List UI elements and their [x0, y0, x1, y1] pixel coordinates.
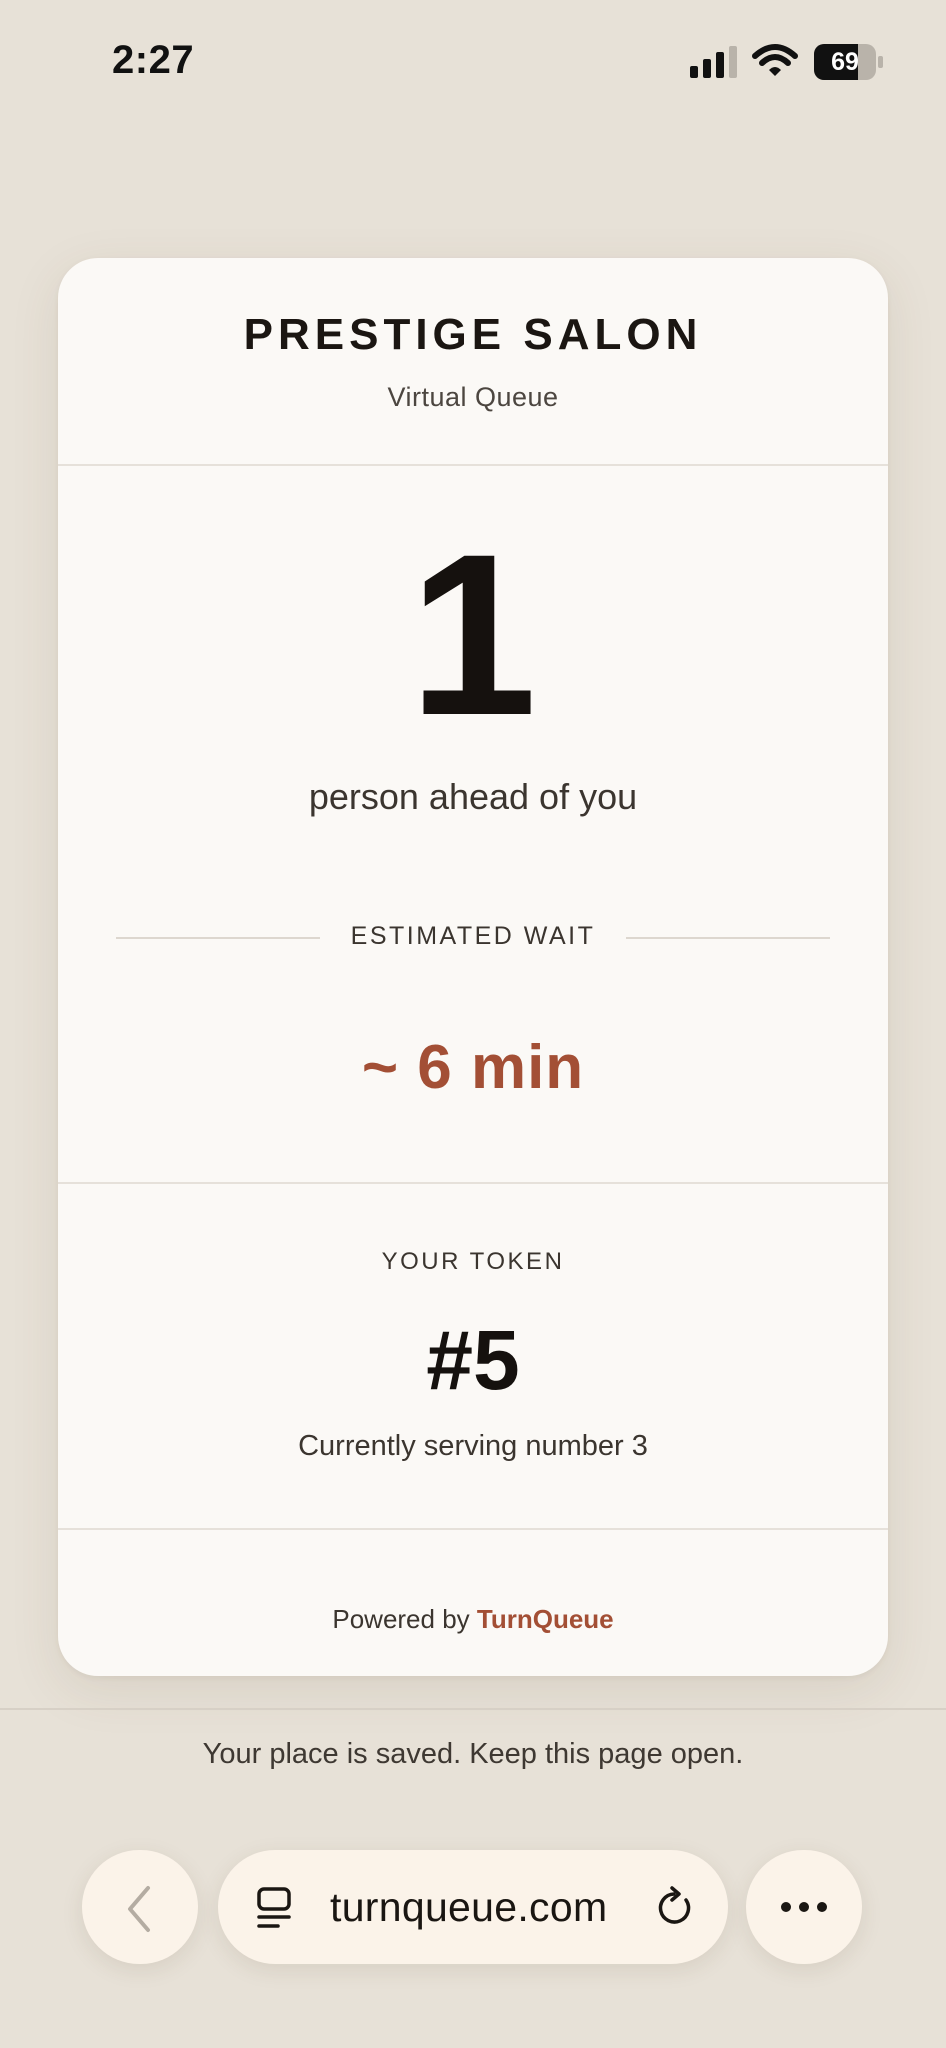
token-number: #5: [426, 1313, 520, 1407]
status-bar: 2:27 69: [0, 0, 946, 120]
currently-serving-text: Currently serving number 3: [298, 1430, 648, 1462]
wait-divider-right: [626, 937, 830, 939]
address-bar[interactable]: turnqueue.com: [218, 1850, 728, 1964]
salon-name: PRESTIGE SALON: [243, 310, 703, 359]
status-time: 2:27: [112, 38, 195, 82]
page-subtitle: Virtual Queue: [387, 382, 559, 412]
divider: [58, 1182, 888, 1184]
people-ahead-count: 1: [409, 506, 537, 763]
cellular-signal-icon: [690, 46, 737, 78]
more-dots-icon: [781, 1902, 827, 1912]
back-button[interactable]: [82, 1850, 198, 1964]
powered-by-brand: TurnQueue: [476, 1604, 614, 1634]
chevron-left-icon: [128, 1886, 150, 1932]
browser-toolbar: turnqueue.com: [0, 1840, 946, 1970]
saved-note: Your place is saved. Keep this page open…: [202, 1738, 744, 1770]
powered-by-prefix: Powered by: [332, 1604, 477, 1634]
page-divider: [0, 1708, 946, 1710]
wifi-icon: [752, 44, 798, 76]
tabs-icon[interactable]: [256, 1886, 296, 1930]
divider: [58, 1528, 888, 1530]
powered-by: Powered by TurnQueue: [58, 1604, 888, 1635]
battery-level: 69: [831, 48, 859, 76]
more-options-button[interactable]: [746, 1850, 862, 1964]
divider: [58, 464, 888, 466]
reload-icon[interactable]: [652, 1886, 696, 1930]
estimated-wait-value: ~ 6 min: [361, 1033, 585, 1102]
people-ahead-caption: person ahead of you: [308, 776, 638, 817]
url-text[interactable]: turnqueue.com: [330, 1880, 607, 1934]
queue-card: PRESTIGE SALON Virtual Queue 1 person ah…: [58, 258, 888, 1676]
token-label: YOUR TOKEN: [381, 1248, 565, 1275]
